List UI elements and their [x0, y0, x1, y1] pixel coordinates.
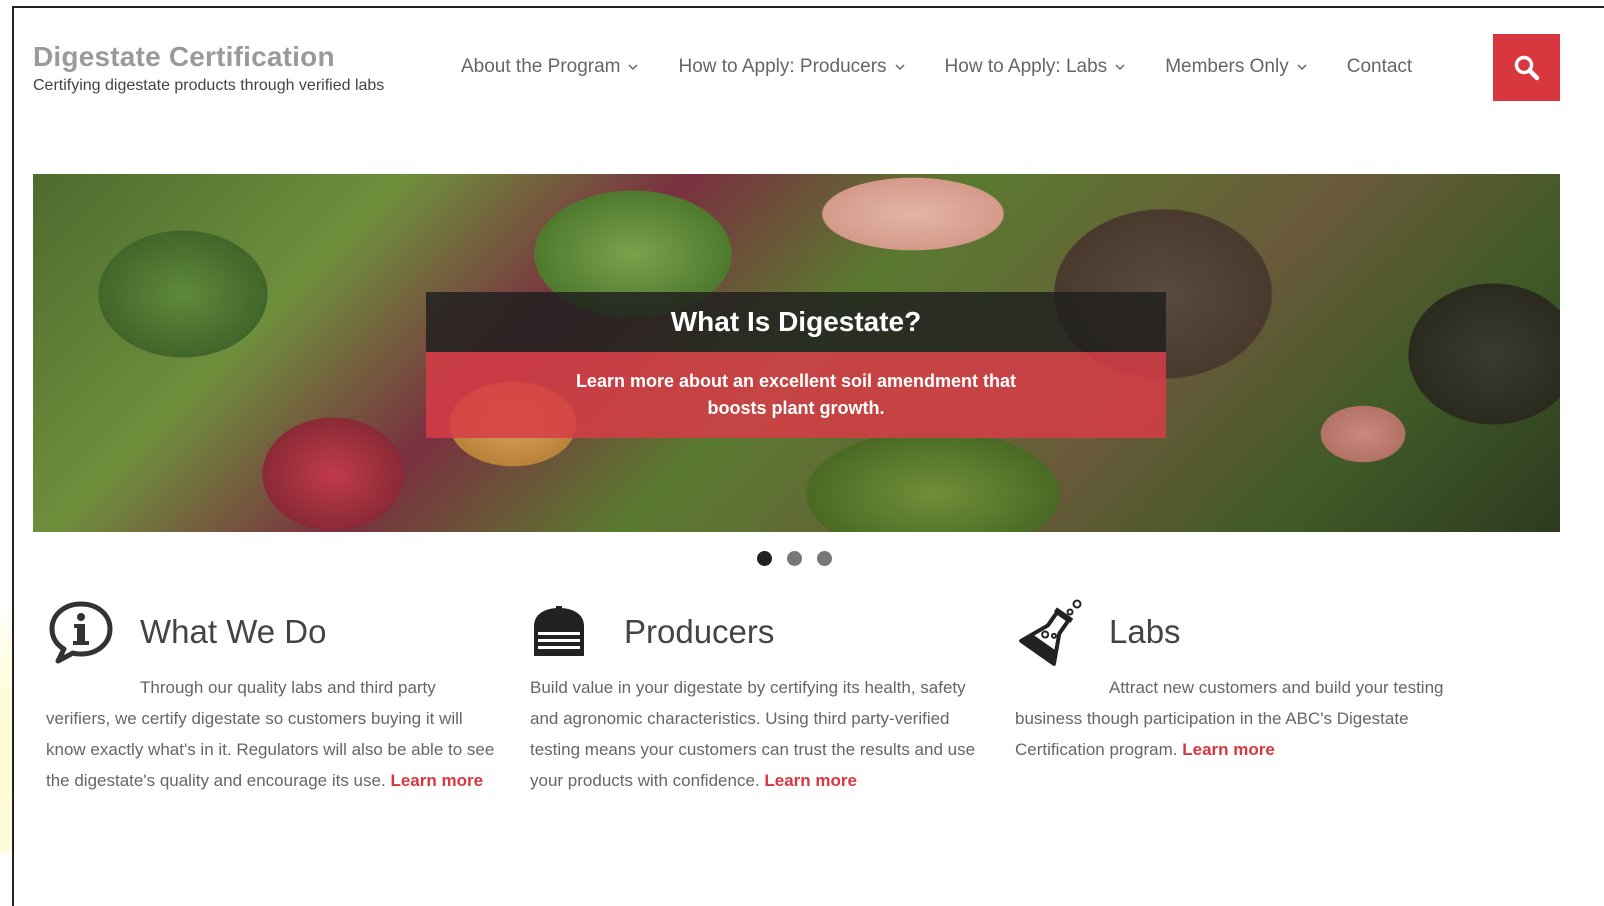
feature-title: What We Do	[140, 613, 327, 650]
learn-more-link[interactable]: Learn more	[1182, 740, 1275, 759]
nav-item-label: Members Only	[1165, 56, 1289, 77]
feature-header: What We Do	[46, 598, 501, 666]
nav-item-how-to-apply-producers[interactable]: How to Apply: Producers	[678, 54, 905, 80]
feature-what-we-do: What We Do Through our quality labs and …	[46, 598, 501, 796]
nav-item-how-to-apply-labs[interactable]: How to Apply: Labs	[945, 54, 1126, 80]
chevron-down-icon	[628, 64, 639, 71]
nav-item-members-only[interactable]: Members Only	[1165, 54, 1307, 80]
info-bubble-icon	[46, 598, 116, 666]
feature-header: Labs	[1015, 598, 1470, 666]
main-nav: About the Program How to Apply: Producer…	[461, 54, 1412, 80]
hero-title: What Is Digestate?	[670, 306, 922, 337]
chevron-down-icon	[1297, 64, 1307, 71]
hero-slider[interactable]: What Is Digestate? Learn more about an e…	[33, 174, 1560, 532]
site-title[interactable]: Digestate Certification	[33, 40, 384, 74]
slider-dot-2[interactable]	[787, 551, 802, 566]
slider-pagination	[757, 551, 832, 566]
feature-header: Producers	[530, 598, 985, 666]
hero-caption: What Is Digestate? Learn more about an e…	[426, 292, 1166, 438]
learn-more-link[interactable]: Learn more	[390, 771, 483, 790]
search-button[interactable]	[1493, 34, 1560, 101]
feature-body: Build value in your digestate by certify…	[530, 672, 985, 796]
site-tagline: Certifying digestate products through ve…	[33, 77, 385, 94]
feature-producers: Producers Build value in your digestate …	[530, 598, 985, 796]
feature-title: Labs	[1109, 613, 1181, 650]
nav-item-label: About the Program	[461, 56, 621, 77]
chevron-down-icon	[1115, 64, 1125, 71]
feature-body: Through our quality labs and third party…	[46, 672, 501, 796]
slider-dot-3[interactable]	[817, 551, 832, 566]
hero-subtitle[interactable]: Learn more about an excellent soil amend…	[566, 368, 1026, 422]
feature-text: Build value in your digestate by certify…	[530, 678, 976, 790]
search-icon	[1514, 55, 1539, 80]
nav-item-contact[interactable]: Contact	[1347, 54, 1412, 80]
slider-dot-1[interactable]	[757, 551, 772, 566]
hero-subtitle-box[interactable]: Learn more about an excellent soil amend…	[426, 352, 1166, 438]
feature-labs: Labs Attract new customers and build you…	[1015, 598, 1470, 765]
storage-tank-icon	[530, 598, 600, 666]
nav-item-label: Contact	[1346, 56, 1413, 77]
nav-item-label: How to Apply: Producers	[678, 56, 887, 77]
learn-more-link[interactable]: Learn more	[764, 771, 857, 790]
feature-title: Producers	[624, 613, 775, 650]
feature-body: Attract new customers and build your tes…	[1015, 672, 1470, 765]
site-brand[interactable]: Digestate Certification Certifying diges…	[33, 40, 384, 96]
chevron-down-icon	[894, 64, 905, 71]
nav-item-about-the-program[interactable]: About the Program	[461, 54, 639, 80]
lab-flask-icon	[1015, 598, 1085, 666]
hero-title-box: What Is Digestate?	[426, 292, 1166, 352]
nav-item-label: How to Apply: Labs	[944, 56, 1108, 77]
